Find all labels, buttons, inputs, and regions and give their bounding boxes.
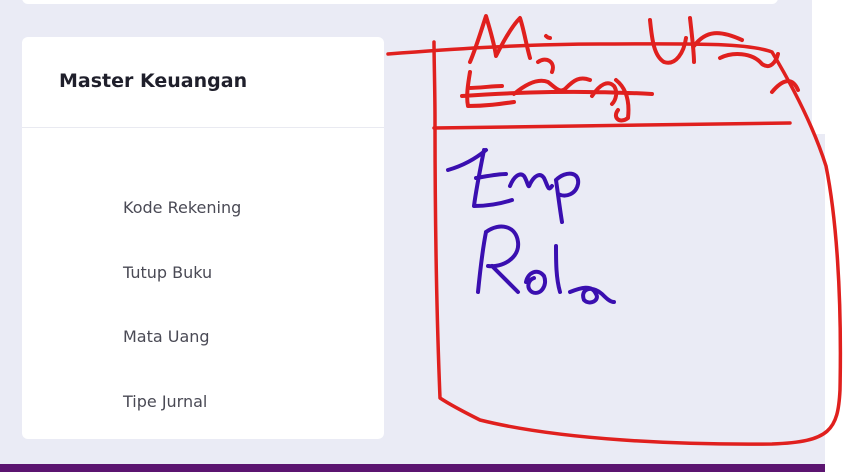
menu-item-tutup-buku[interactable]: Tutup Buku: [123, 263, 212, 282]
menu-item-tipe-jurnal[interactable]: Tipe Jurnal: [123, 392, 207, 411]
bottom-bar: [0, 464, 825, 472]
page-background-extension: [812, 134, 825, 464]
menu-item-mata-uang[interactable]: Mata Uang: [123, 327, 210, 346]
master-keuangan-card: Master Keuangan Kode Rekening Tutup Buku…: [22, 37, 384, 439]
top-card-edge: [22, 0, 778, 4]
card-divider: [22, 127, 384, 128]
card-title: Master Keuangan: [59, 70, 248, 92]
menu-item-kode-rekening[interactable]: Kode Rekening: [123, 198, 241, 217]
